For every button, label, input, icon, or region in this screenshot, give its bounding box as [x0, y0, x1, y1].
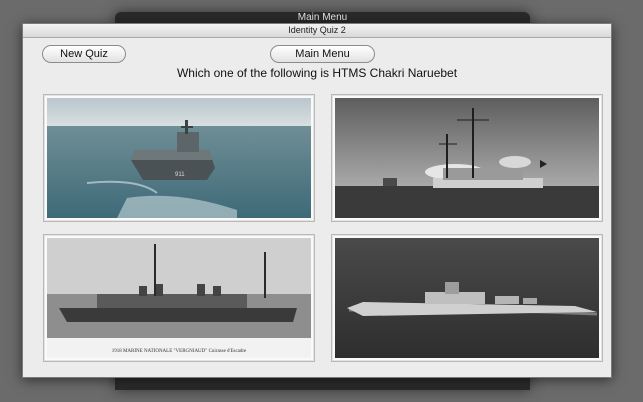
new-quiz-button[interactable]: New Quiz	[42, 45, 126, 63]
choice-3-card[interactable]: 1918 MARINE NATIONALE "VERGNIAUD" Cuiras…	[43, 234, 315, 362]
main-menu-button[interactable]: Main Menu	[270, 45, 375, 63]
choice-2-card[interactable]	[331, 94, 603, 222]
window-title: Identity Quiz 2	[23, 24, 611, 38]
postcard-caption: 1918 MARINE NATIONALE "VERGNIAUD" Cuiras…	[112, 349, 247, 354]
cruiser-aerial-photo[interactable]	[335, 238, 599, 358]
choice-1-card[interactable]: 911	[43, 94, 315, 222]
question-text: Which one of the following is HTMS Chakr…	[176, 66, 458, 80]
svg-text:911: 911	[175, 172, 185, 178]
sailing-warship-photo[interactable]	[335, 98, 599, 218]
choice-4-card[interactable]	[331, 234, 603, 362]
aircraft-carrier-photo[interactable]: 911	[47, 98, 311, 218]
quiz-window: Identity Quiz 2 New Quiz Main Menu Which…	[22, 23, 612, 378]
french-battleship-postcard[interactable]: 1918 MARINE NATIONALE "VERGNIAUD" Cuiras…	[47, 238, 311, 358]
